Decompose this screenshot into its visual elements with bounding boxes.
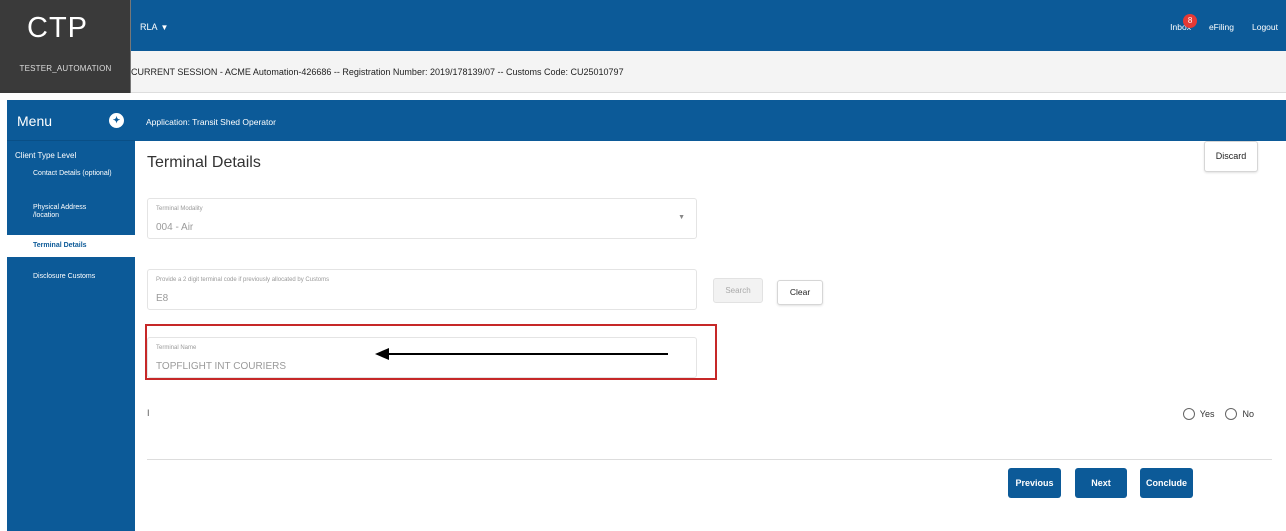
terminal-code-input[interactable]: Provide a 2 digit terminal code if previ…	[147, 269, 697, 310]
terminal-code-label: Provide a 2 digit terminal code if previ…	[156, 277, 330, 283]
stray-text-marker: I	[147, 408, 150, 418]
arrow-left-icon	[375, 348, 668, 360]
top-links: Inbox 8 eFiling Logout	[1170, 14, 1278, 32]
application-title: Application: Transit Shed Operator	[146, 117, 276, 127]
app-window: CTP TESTER_AUTOMATION RLA ▼ Inbox 8 eFili…	[0, 0, 1286, 531]
logo-block: CTP TESTER_AUTOMATION	[0, 0, 131, 93]
app-logo: CTP	[27, 12, 88, 44]
yes-radio-label: Yes	[1199, 409, 1215, 419]
discard-button[interactable]: Discard	[1204, 141, 1258, 172]
next-button[interactable]: Next	[1075, 468, 1127, 498]
caret-down-icon: ▼	[678, 214, 685, 221]
yes-no-radio-group: Yes No	[1182, 408, 1254, 420]
no-radio-label: No	[1242, 409, 1254, 419]
application-bar: Application: Transit Shed Operator	[135, 100, 1286, 141]
terminal-modality-value: 004 - Air	[156, 222, 194, 233]
inbox-count-badge: 8	[1183, 14, 1198, 28]
inbox-link[interactable]: Inbox 8	[1170, 14, 1198, 32]
rla-label: RLA	[140, 22, 158, 32]
sidebar-menu: Menu ✦ Client Type Level Contact Details…	[7, 100, 135, 531]
sidebar-item-contact-details[interactable]: Contact Details (optional)	[33, 170, 113, 178]
efiling-link[interactable]: eFiling	[1209, 22, 1234, 32]
compass-icon[interactable]: ✦	[109, 113, 124, 128]
menu-group-client-type-level[interactable]: Client Type Level	[15, 151, 76, 160]
terminal-modality-select[interactable]: Terminal Modality 004 - Air ▼	[147, 198, 697, 239]
current-user: TESTER_AUTOMATION	[19, 64, 112, 73]
footer-divider	[147, 459, 1272, 460]
no-radio[interactable]	[1225, 408, 1238, 420]
yes-radio[interactable]	[1182, 408, 1195, 420]
sidebar-item-disclosure-customs[interactable]: Disclosure Customs	[33, 273, 95, 281]
session-info: CURRENT SESSION - ACME Automation-426686…	[131, 67, 624, 77]
terminal-modality-label: Terminal Modality	[156, 206, 203, 212]
previous-button[interactable]: Previous	[1008, 468, 1061, 498]
menu-title: Menu	[17, 113, 53, 129]
rla-dropdown[interactable]: RLA ▼	[140, 22, 168, 32]
terminal-code-value: E8	[156, 293, 169, 304]
clear-button[interactable]: Clear	[777, 280, 823, 305]
logout-link[interactable]: Logout	[1252, 22, 1278, 32]
conclude-button[interactable]: Conclude	[1140, 468, 1193, 498]
caret-down-icon: ▼	[160, 23, 169, 32]
top-navbar: RLA ▼ Inbox 8 eFiling Logout	[131, 0, 1286, 51]
menu-header: Menu ✦	[7, 100, 135, 141]
sidebar-item-terminal-details[interactable]: Terminal Details	[7, 235, 135, 257]
search-button[interactable]: Search	[713, 278, 763, 303]
main-content: Terminal Details Terminal Modality 004 -…	[135, 141, 1286, 531]
page-title: Terminal Details	[147, 154, 261, 171]
sidebar-item-physical-address[interactable]: Physical Address /location	[33, 204, 113, 220]
session-bar: CURRENT SESSION - ACME Automation-426686…	[131, 51, 1286, 93]
